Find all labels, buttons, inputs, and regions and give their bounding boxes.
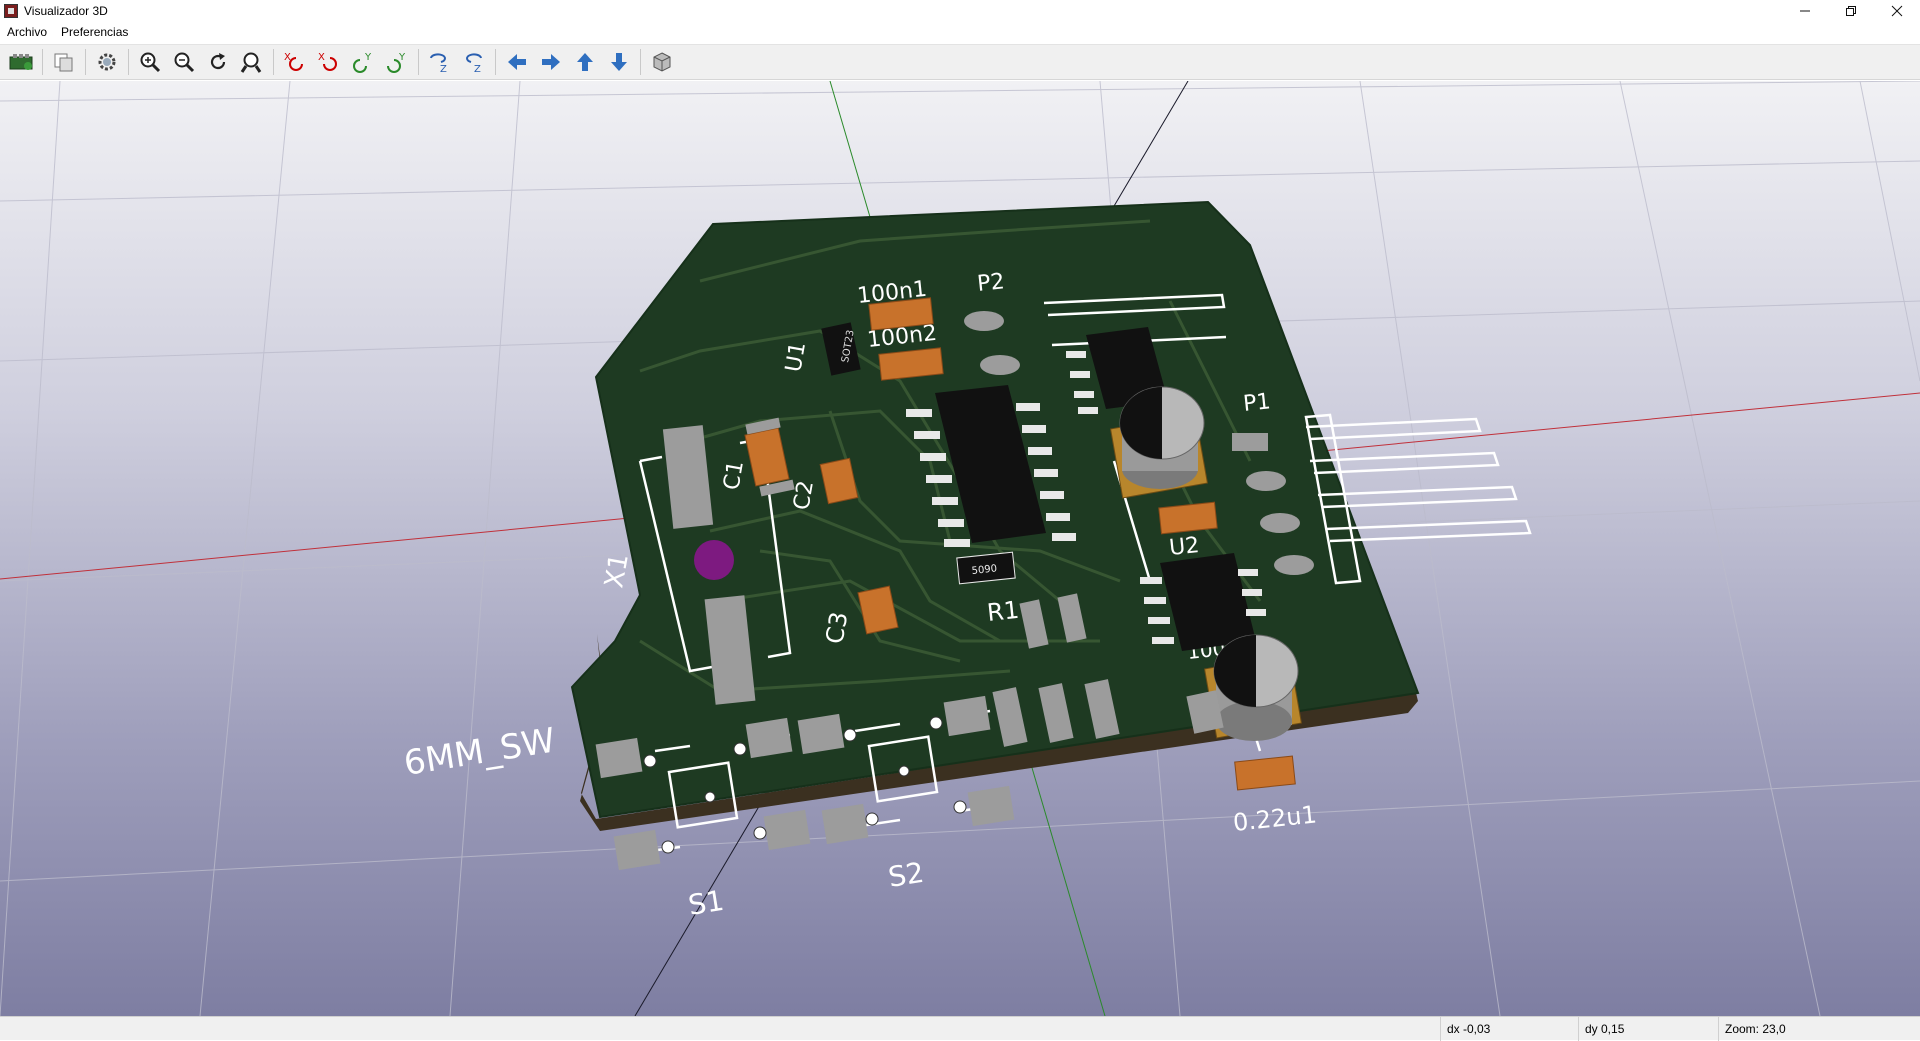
status-dy: dy 0,15 xyxy=(1578,1017,1692,1041)
rotate-y-cw-button[interactable]: Y xyxy=(348,47,378,77)
close-button[interactable] xyxy=(1874,0,1920,22)
move-down-button[interactable] xyxy=(604,47,634,77)
settings-icon xyxy=(98,53,116,71)
title-bar: Visualizador 3D xyxy=(0,0,1920,22)
refresh-button[interactable] xyxy=(203,47,233,77)
move-right-button[interactable] xyxy=(536,47,566,77)
rotate-z-cw-icon: Z xyxy=(430,53,447,74)
svg-text:Z: Z xyxy=(440,64,447,74)
toolbar-separator xyxy=(273,49,274,75)
status-dx: dx -0,03 xyxy=(1440,1017,1554,1041)
rotate-y-ccw-icon: Y xyxy=(387,52,406,73)
move-up-button[interactable] xyxy=(570,47,600,77)
label-u1: U1 xyxy=(781,340,811,374)
rotate-z-ccw-button[interactable]: Z xyxy=(459,47,489,77)
minimize-icon xyxy=(1800,10,1810,12)
3d-viewport[interactable]: 100n1 P2 100n2 U1 P1 C1 C2 X1 C3 R1 U2 1… xyxy=(0,81,1920,1016)
resistor-r1: 5090 xyxy=(956,551,1016,585)
status-bar: dx -0,03 dy 0,15 Zoom: 23,0 xyxy=(0,1016,1920,1041)
label-022u1: 0.22u1 xyxy=(1232,800,1318,837)
menu-preferencias[interactable]: Preferencias xyxy=(61,25,128,39)
move-up-icon xyxy=(577,53,593,71)
settings-button[interactable] xyxy=(92,47,122,77)
label-s2: S2 xyxy=(886,856,926,894)
move-left-icon xyxy=(508,54,526,70)
rotate-y-ccw-button[interactable]: Y xyxy=(382,47,412,77)
window-title: Visualizador 3D xyxy=(24,4,108,18)
label-u2: U2 xyxy=(1168,533,1201,561)
ortho-view-button[interactable] xyxy=(647,47,677,77)
copy-image-icon xyxy=(54,53,73,72)
zoom-fit-button[interactable] xyxy=(237,47,267,77)
label-x1: X1 xyxy=(599,551,635,590)
zoom-fit-icon xyxy=(240,52,262,73)
svg-text:Y: Y xyxy=(364,52,372,63)
label-6mm-sw: 6MM_SW xyxy=(401,721,558,784)
ortho-view-icon xyxy=(653,52,671,72)
toolbar-separator xyxy=(495,49,496,75)
toolbar-separator xyxy=(128,49,129,75)
move-right-icon xyxy=(542,54,560,70)
zoom-in-icon xyxy=(140,52,161,73)
svg-text:X: X xyxy=(318,52,325,63)
rotate-x-ccw-icon: X xyxy=(318,52,337,71)
zoom-out-button[interactable] xyxy=(169,47,199,77)
status-zoom: Zoom: 23,0 xyxy=(1718,1017,1920,1041)
refresh-icon xyxy=(210,53,226,70)
reload-board-button[interactable] xyxy=(6,47,36,77)
toolbar-separator xyxy=(42,49,43,75)
label-c3: C3 xyxy=(820,610,853,646)
svg-text:Z: Z xyxy=(474,64,481,74)
rotate-x-cw-icon: X xyxy=(284,52,303,71)
restore-icon xyxy=(1846,6,1856,16)
app-icon xyxy=(4,4,18,18)
menu-archivo[interactable]: Archivo xyxy=(7,25,47,39)
label-c1: C1 xyxy=(719,459,749,492)
label-r1: R1 xyxy=(986,596,1021,627)
toolbar: X X Y Y Z Z xyxy=(0,44,1920,80)
zoom-out-icon xyxy=(174,52,195,73)
label-s1: S1 xyxy=(686,884,726,922)
close-icon xyxy=(1891,5,1903,17)
window-controls xyxy=(1782,0,1920,22)
rotate-x-cw-button[interactable]: X xyxy=(280,47,310,77)
menu-bar: Archivo Preferencias xyxy=(0,22,1920,42)
restore-button[interactable] xyxy=(1828,0,1874,22)
reload-board-icon xyxy=(9,54,33,70)
label-p1: P1 xyxy=(1242,389,1272,417)
rotate-z-ccw-icon: Z xyxy=(466,53,482,74)
scene-canvas: 100n1 P2 100n2 U1 P1 C1 C2 X1 C3 R1 U2 1… xyxy=(0,81,1920,1016)
move-left-button[interactable] xyxy=(502,47,532,77)
label-c2: C2 xyxy=(789,479,819,512)
label-p2: P2 xyxy=(976,269,1006,297)
rotate-y-cw-icon: Y xyxy=(353,52,372,73)
toolbar-separator xyxy=(418,49,419,75)
copy-image-button[interactable] xyxy=(49,47,79,77)
rotate-z-cw-button[interactable]: Z xyxy=(425,47,455,77)
rotate-x-ccw-button[interactable]: X xyxy=(314,47,344,77)
toolbar-separator xyxy=(85,49,86,75)
minimize-button[interactable] xyxy=(1782,0,1828,22)
zoom-in-button[interactable] xyxy=(135,47,165,77)
toolbar-separator xyxy=(640,49,641,75)
move-down-icon xyxy=(611,53,627,71)
